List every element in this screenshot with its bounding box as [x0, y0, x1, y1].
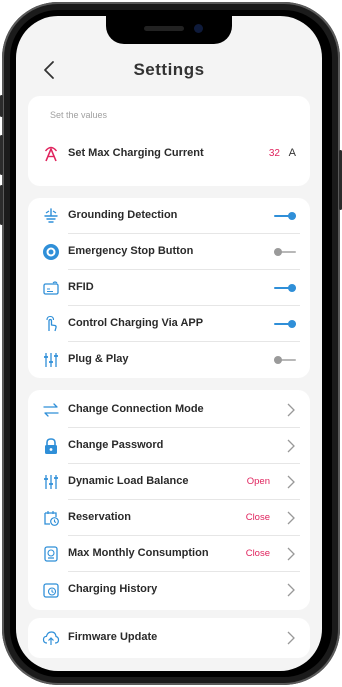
- toggles-card: Grounding Detection Emergency Stop Butto…: [28, 198, 310, 378]
- volume-up-button: [0, 135, 3, 175]
- chevron-right-icon: [287, 511, 295, 525]
- links-card: Change Connection Mode Change Password D…: [28, 390, 310, 610]
- app-screen: Settings Set the values Set Max Charging…: [16, 16, 322, 671]
- volume-down-button: [0, 185, 3, 225]
- toggle-label: Grounding Detection: [68, 209, 178, 221]
- toggle-label: RFID: [68, 281, 94, 293]
- link-row-load-balance[interactable]: Dynamic Load Balance Open: [28, 464, 310, 500]
- section-hint: Set the values: [50, 110, 108, 120]
- toggle-label: Control Charging Via APP: [68, 317, 204, 329]
- link-label: Firmware Update: [68, 631, 158, 643]
- grounding-toggle[interactable]: [274, 212, 296, 220]
- page-title: Settings: [133, 60, 205, 79]
- rfid-icon: [43, 281, 59, 295]
- lock-icon: [45, 438, 57, 454]
- link-label: Reservation: [68, 511, 131, 523]
- toggle-row-emergency-stop: Emergency Stop Button: [28, 234, 310, 270]
- history-icon: [43, 583, 59, 598]
- load-balance-status: Open: [246, 476, 270, 487]
- toggle-row-plug-play: Plug & Play: [28, 342, 310, 378]
- plug-play-toggle[interactable]: [274, 356, 296, 364]
- link-row-password[interactable]: Change Password: [28, 428, 310, 464]
- chevron-right-icon: [287, 631, 295, 645]
- link-label: Change Password: [68, 439, 164, 451]
- speaker-grille: [144, 26, 184, 31]
- firmware-card: Firmware Update: [28, 618, 310, 658]
- link-row-firmware[interactable]: Firmware Update: [28, 620, 310, 656]
- max-current-value[interactable]: 32: [269, 148, 280, 159]
- amp-icon: [44, 146, 58, 162]
- stop-button-icon: [43, 244, 59, 260]
- rfid-toggle[interactable]: [274, 284, 296, 292]
- toggle-label: Emergency Stop Button: [68, 245, 194, 257]
- link-label: Change Connection Mode: [68, 403, 204, 415]
- cloud-upload-icon: [42, 631, 60, 645]
- chevron-right-icon: [287, 475, 295, 489]
- monthly-consumption-status: Close: [245, 548, 270, 559]
- sliders-icon: [44, 475, 58, 489]
- mute-switch: [0, 95, 3, 117]
- link-row-reservation[interactable]: Reservation Close: [28, 500, 310, 536]
- hand-tap-icon: [46, 315, 57, 332]
- header: Settings: [16, 52, 322, 92]
- max-current-row[interactable]: Set Max Charging Current 32 A: [28, 136, 310, 172]
- chevron-right-icon: [287, 403, 295, 417]
- toggle-row-app-control: Control Charging Via APP: [28, 306, 310, 342]
- link-label: Charging History: [68, 583, 158, 595]
- link-row-monthly-consumption[interactable]: Max Monthly Consumption Close: [28, 536, 310, 572]
- front-camera: [194, 24, 203, 33]
- toggle-row-rfid: RFID: [28, 270, 310, 306]
- chevron-right-icon: [287, 547, 295, 561]
- toggle-label: Plug & Play: [68, 353, 129, 365]
- chevron-right-icon: [287, 439, 295, 453]
- link-label: Max Monthly Consumption: [68, 547, 209, 559]
- toggle-row-grounding: Grounding Detection: [28, 198, 310, 234]
- link-row-connection-mode[interactable]: Change Connection Mode: [28, 392, 310, 428]
- app-control-toggle[interactable]: [274, 320, 296, 328]
- emergency-stop-toggle[interactable]: [274, 248, 296, 256]
- sliders-icon: [44, 353, 58, 367]
- max-current-unit: A: [288, 147, 296, 159]
- calendar-clock-icon: [44, 511, 59, 526]
- notch: [106, 16, 232, 44]
- max-current-card: Set the values Set Max Charging Current …: [28, 96, 310, 186]
- chevron-right-icon: [287, 583, 295, 597]
- reservation-status: Close: [245, 512, 270, 523]
- link-row-charging-history[interactable]: Charging History: [28, 572, 310, 608]
- swap-icon: [43, 403, 59, 417]
- grounding-icon: [44, 208, 58, 223]
- max-current-label: Set Max Charging Current: [68, 147, 204, 159]
- link-label: Dynamic Load Balance: [68, 475, 189, 487]
- meter-icon: [44, 546, 58, 562]
